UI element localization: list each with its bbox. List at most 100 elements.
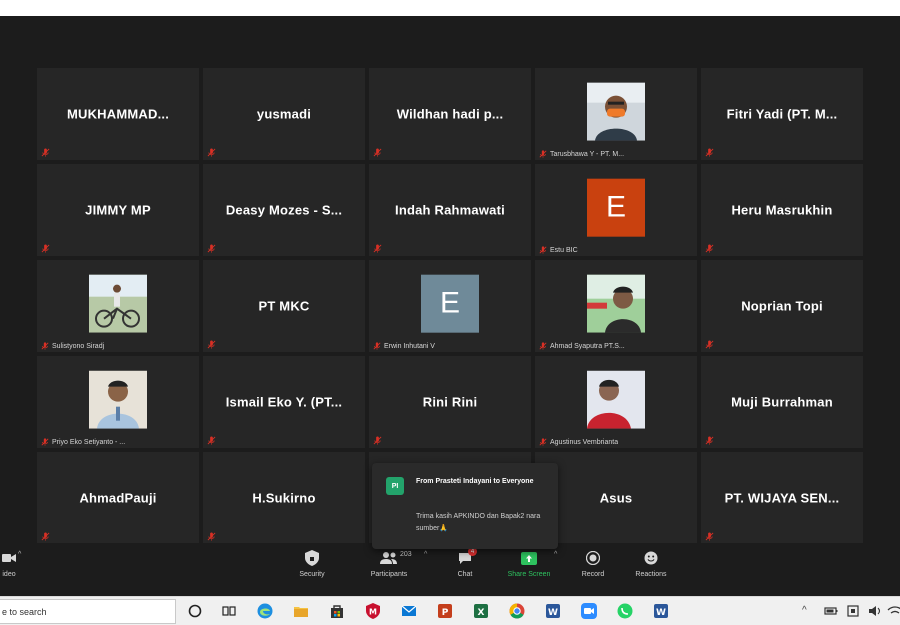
participant-tile[interactable]: Asus — [535, 452, 697, 544]
record-label: Record — [581, 571, 605, 578]
tray-app-icon[interactable] — [844, 602, 862, 620]
participant-tile[interactable]: Ismail Eko Y. (PT... — [203, 356, 365, 448]
participant-tile[interactable]: Tarusbhawa Y - PT. M... — [535, 68, 697, 160]
muted-mic-icon — [207, 436, 216, 445]
participant-tile[interactable]: PT. WIJAYA SEN... — [701, 452, 863, 544]
participant-tile[interactable]: Priyo Eko Setiyanto - ... — [37, 356, 199, 448]
tray-expand-icon[interactable]: ^ — [802, 605, 807, 616]
reactions-label: Reactions — [635, 571, 667, 578]
participant-name: Heru Masrukhin — [731, 202, 833, 218]
word-icon[interactable]: W — [544, 602, 562, 620]
cortana-icon[interactable] — [186, 602, 204, 620]
chat-button[interactable]: 4 Chat — [448, 547, 482, 578]
participant-tile[interactable]: Ahmad Syaputra PT.S... — [535, 260, 697, 352]
wifi-icon[interactable] — [886, 602, 900, 620]
participant-name: Indah Rahmawati — [395, 202, 505, 218]
participant-tile[interactable]: Indah Rahmawati — [369, 164, 531, 256]
participant-caption: Priyo Eko Setiyanto - ... — [41, 438, 125, 446]
participant-caption: Agustinus Vembrianta — [539, 438, 618, 446]
file-explorer-icon[interactable] — [292, 602, 310, 620]
participant-tile[interactable]: Fitri Yadi (PT. M... — [701, 68, 863, 160]
mcafee-icon[interactable]: M — [364, 602, 382, 620]
muted-mic-icon — [41, 148, 50, 157]
muted-mic-icon — [539, 342, 547, 350]
participant-tile[interactable]: JIMMY MP — [37, 164, 199, 256]
video-options-caret[interactable]: ^ — [18, 551, 21, 558]
muted-mic-icon — [539, 150, 547, 158]
muted-mic-icon — [373, 244, 382, 253]
chat-message-text: Trima kasih APKINDO dan Bapak2 nara sumb… — [416, 513, 541, 532]
whatsapp-icon[interactable] — [616, 602, 634, 620]
video-label: ideo — [2, 571, 16, 578]
participant-tile[interactable]: E Estu BIC — [535, 164, 697, 256]
participant-avatar: E — [587, 178, 645, 237]
muted-mic-icon — [539, 246, 547, 254]
chat-icon: 4 — [448, 547, 482, 567]
muted-mic-icon — [705, 244, 714, 253]
participant-tile[interactable]: Rini Rini — [369, 356, 531, 448]
security-label: Security — [299, 571, 325, 578]
participant-caption-name: Estu BIC — [550, 246, 578, 254]
participant-name: Muji Burrahman — [731, 394, 833, 410]
participant-tile[interactable]: MUKHAMMAD... — [37, 68, 199, 160]
muted-mic-icon — [207, 148, 216, 157]
word-doc-icon[interactable]: W — [652, 602, 670, 620]
powerpoint-icon[interactable]: P — [436, 602, 454, 620]
participant-name: yusmadi — [256, 106, 312, 122]
chrome-icon[interactable] — [508, 602, 526, 620]
share-screen-icon — [502, 549, 556, 567]
svg-text:M: M — [369, 608, 377, 617]
participant-name: Wildhan hadi p... — [396, 106, 504, 122]
record-button[interactable]: Record — [576, 549, 610, 578]
participant-caption: Sulistyono Siradj — [41, 342, 104, 350]
participant-caption: Tarusbhawa Y - PT. M... — [539, 150, 624, 158]
muted-mic-icon — [539, 438, 547, 446]
muted-mic-icon — [207, 244, 216, 253]
participant-tile[interactable]: H.Sukirno — [203, 452, 365, 544]
participant-name: Deasy Mozes - S... — [225, 202, 343, 218]
muted-mic-icon — [705, 340, 714, 349]
taskbar-search-box[interactable]: e to search — [0, 599, 176, 624]
security-button[interactable]: Security — [294, 549, 330, 578]
excel-icon[interactable]: X — [472, 602, 490, 620]
participant-name: AhmadPauji — [79, 490, 157, 506]
participant-tile[interactable]: AhmadPauji — [37, 452, 199, 544]
participant-caption-name: Sulistyono Siradj — [52, 342, 105, 350]
reactions-button[interactable]: Reactions — [628, 549, 674, 578]
participant-tile[interactable]: PT MKC — [203, 260, 365, 352]
task-view-icon[interactable] — [220, 602, 238, 620]
participant-tile[interactable]: Noprian Topi — [701, 260, 863, 352]
participant-tile[interactable]: E Erwin Inhutani V — [369, 260, 531, 352]
edge-icon[interactable] — [256, 602, 274, 620]
participants-options-caret[interactable]: ^ — [424, 551, 427, 558]
chat-sender-avatar: PI — [386, 477, 404, 495]
muted-mic-icon — [705, 436, 714, 445]
share-screen-button[interactable]: Share Screen — [502, 549, 556, 578]
battery-icon[interactable] — [822, 602, 840, 620]
participant-name: MUKHAMMAD... — [66, 106, 170, 122]
participant-video — [89, 370, 147, 429]
participant-video — [587, 274, 645, 333]
volume-icon[interactable] — [866, 602, 884, 620]
participant-tile[interactable]: yusmadi — [203, 68, 365, 160]
svg-text:W: W — [548, 608, 558, 618]
participant-tile[interactable]: Agustinus Vembrianta — [535, 356, 697, 448]
participant-name: Fitri Yadi (PT. M... — [726, 106, 838, 122]
participant-name: Rini Rini — [422, 394, 478, 410]
participant-tile[interactable]: Heru Masrukhin — [701, 164, 863, 256]
participant-tile[interactable]: Deasy Mozes - S... — [203, 164, 365, 256]
share-options-caret[interactable]: ^ — [554, 551, 557, 558]
participant-tile[interactable]: Wildhan hadi p... — [369, 68, 531, 160]
taskbar-search-text: e to search — [2, 607, 47, 617]
chat-notification[interactable]: PI From Prasteti Indayani to Everyone Tr… — [372, 463, 558, 549]
zoom-icon[interactable] — [580, 602, 598, 620]
chat-label: Chat — [457, 571, 473, 578]
participant-tile[interactable]: Sulistyono Siradj — [37, 260, 199, 352]
mail-icon[interactable] — [400, 602, 418, 620]
store-icon[interactable] — [328, 602, 346, 620]
participant-caption-name: Priyo Eko Setiyanto - ... — [52, 438, 126, 446]
windows-taskbar: e to search M P X W W ^ — [0, 596, 900, 625]
participant-name: PT MKC — [258, 298, 310, 314]
shield-icon — [294, 549, 330, 567]
participant-tile[interactable]: Muji Burrahman — [701, 356, 863, 448]
